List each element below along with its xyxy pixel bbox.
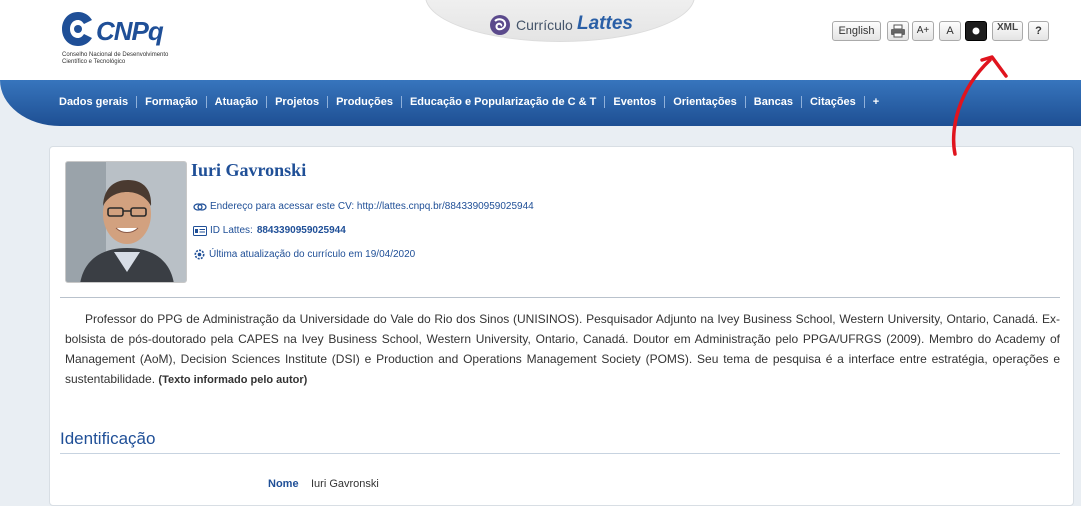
nav-item-dados-gerais[interactable]: Dados gerais	[59, 96, 136, 108]
last-update-text: Última atualização do currículo em 19/04…	[209, 249, 416, 260]
font-increase-button[interactable]: A+	[912, 21, 934, 41]
app-title-main: Lattes	[577, 13, 633, 34]
contrast-icon	[972, 27, 980, 35]
cnpq-logo-subtitle: Conselho Nacional de Desenvolvimento Cie…	[62, 52, 169, 65]
font-normal-button[interactable]: A	[939, 21, 961, 41]
main-nav-bar: Dados gerais Formação Atuação Projetos P…	[0, 80, 1081, 128]
english-button[interactable]: English	[832, 21, 881, 41]
lattes-logo-icon	[490, 15, 510, 35]
id-lattes-row: ID Lattes: 8843390959025944	[193, 225, 346, 236]
nav-item-producoes[interactable]: Produções	[327, 96, 401, 108]
nav-item-atuacao[interactable]: Atuação	[205, 96, 266, 108]
app-title-prefix: Currículo	[516, 17, 573, 33]
nav-item-eventos[interactable]: Eventos	[604, 96, 664, 108]
id-card-icon	[193, 225, 207, 236]
cnpq-logo-text: CNPq	[96, 16, 164, 46]
author-note: (Texto informado pelo autor)	[158, 374, 308, 386]
nav-item-more[interactable]: +	[863, 96, 887, 108]
section-divider	[60, 453, 1060, 454]
nav-item-citacoes[interactable]: Citações	[800, 96, 864, 108]
printer-icon	[891, 24, 905, 38]
nav-item-projetos[interactable]: Projetos	[266, 96, 327, 108]
profile-photo-image	[66, 162, 186, 282]
nav-item-bancas[interactable]: Bancas	[744, 96, 801, 108]
nav-item-educacao[interactable]: Educação e Popularização de C & T	[400, 96, 604, 108]
xml-button[interactable]: XML	[992, 21, 1023, 41]
profile-name: Iuri Gavronski	[191, 160, 307, 180]
nav-item-orientacoes[interactable]: Orientações	[664, 96, 745, 108]
annotation-arrow-icon	[951, 55, 1008, 156]
cnpq-logo[interactable]: CNPq Conselho Nacional de Desenvolviment…	[60, 8, 200, 70]
name-field-value: Iuri Gavronski	[311, 478, 379, 490]
cv-address-row[interactable]: Endereço para acessar este CV: http://la…	[193, 201, 534, 212]
id-lattes-label: ID Lattes:	[210, 225, 253, 236]
help-button[interactable]: ?	[1028, 21, 1049, 41]
link-icon	[193, 202, 207, 211]
biography: Professor do PPG de Administração da Uni…	[65, 309, 1060, 390]
id-lattes-value: 8843390959025944	[256, 225, 346, 236]
section-title-identificacao: Identificação	[60, 429, 156, 448]
name-field-label: Nome	[268, 478, 299, 490]
cv-address-text[interactable]: Endereço para acessar este CV: http://la…	[210, 201, 534, 212]
cv-content: Iuri Gavronski Endereço para acessar est…	[49, 146, 1074, 506]
update-gear-icon	[194, 249, 205, 260]
cnpq-logo-mark-icon	[62, 12, 92, 46]
contrast-button[interactable]	[965, 21, 987, 41]
main-nav: Dados gerais Formação Atuação Projetos P…	[59, 96, 887, 108]
print-button[interactable]	[887, 21, 909, 41]
nav-item-formacao[interactable]: Formação	[136, 96, 206, 108]
profile-photo	[65, 161, 187, 283]
profile-divider	[60, 297, 1060, 298]
last-update-row: Última atualização do currículo em 19/04…	[193, 248, 415, 261]
page-header: CNPq Conselho Nacional de Desenvolviment…	[0, 0, 1081, 80]
